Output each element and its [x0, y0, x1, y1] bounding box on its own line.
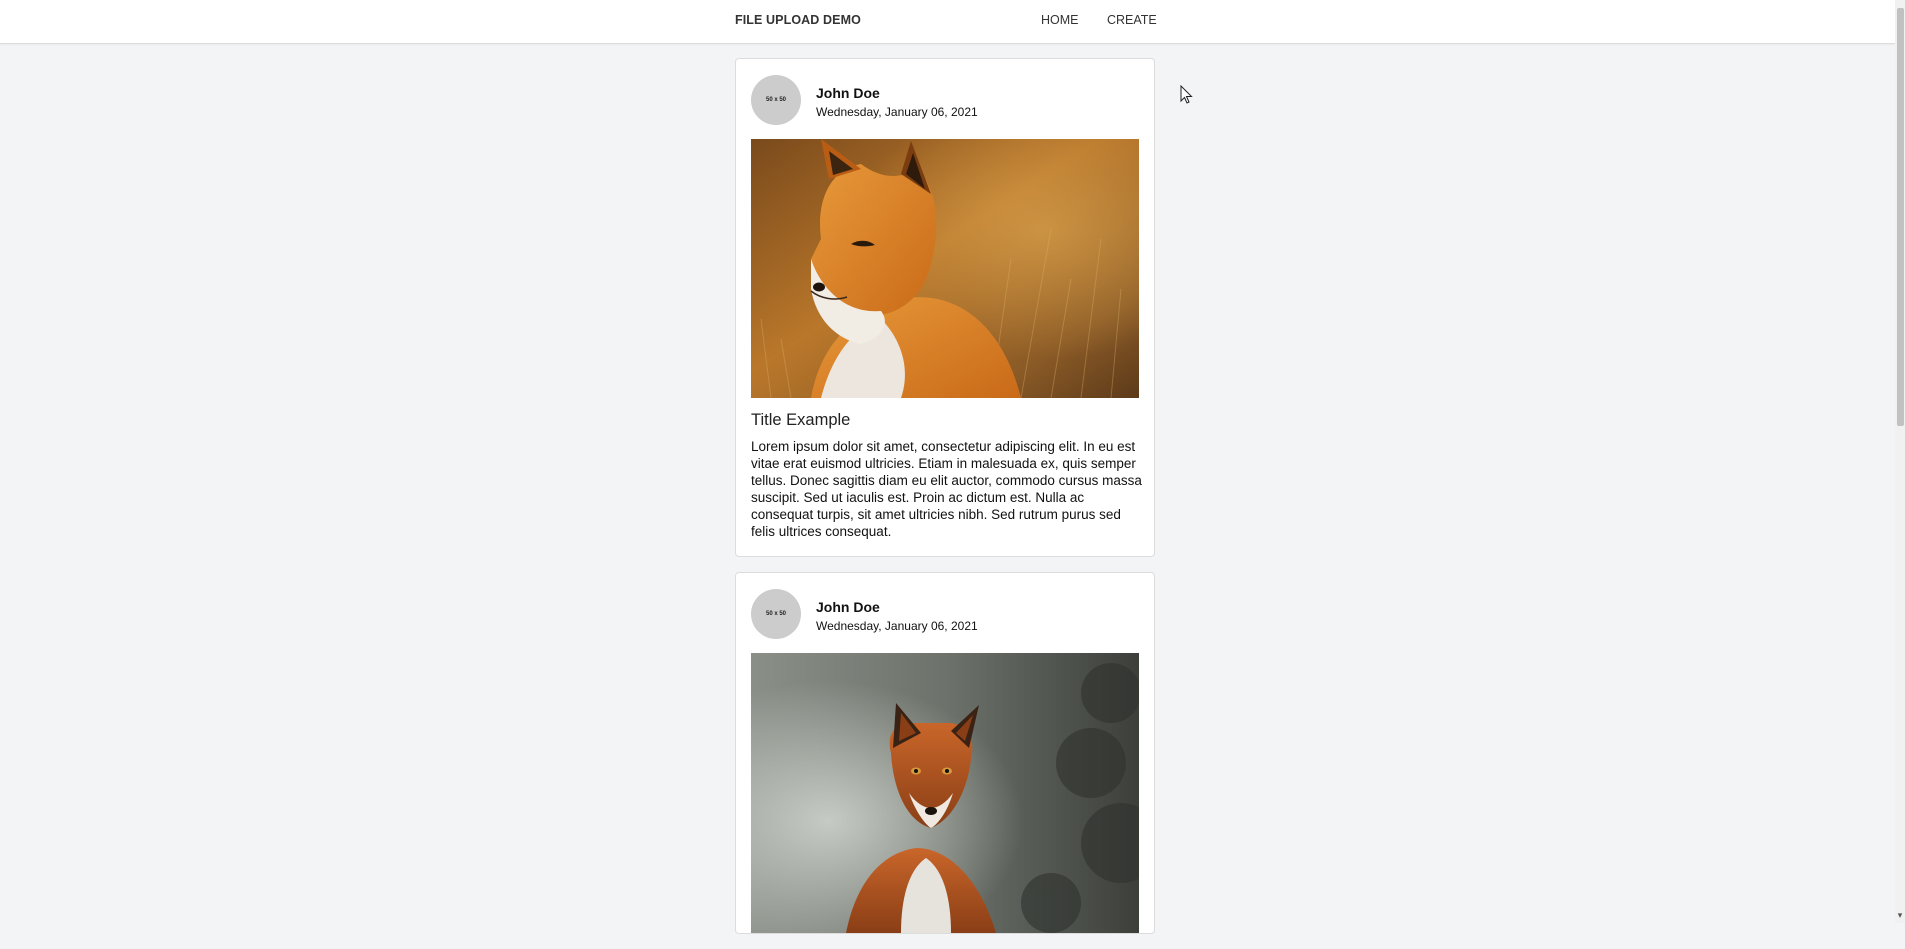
post-header: 50 x 50 John Doe Wednesday, January 06, …	[736, 573, 1154, 653]
nav-create-link[interactable]: CREATE	[1107, 13, 1157, 27]
brand-link[interactable]: FILE UPLOAD DEMO	[735, 13, 861, 27]
top-navbar: FILE UPLOAD DEMO HOME CREATE	[0, 0, 1895, 44]
fox-photo-icon	[751, 139, 1139, 398]
scrollbar-thumb[interactable]	[1897, 8, 1904, 426]
post-title: Title Example	[751, 411, 851, 429]
post-image	[751, 653, 1139, 933]
avatar: 50 x 50	[751, 75, 801, 125]
nav-home-link[interactable]: HOME	[1041, 13, 1079, 27]
post-header: 50 x 50 John Doe Wednesday, January 06, …	[736, 59, 1154, 139]
avatar-placeholder-label: 50 x 50	[765, 97, 787, 103]
post-author: John Doe	[816, 85, 880, 101]
avatar-placeholder-label: 50 x 50	[765, 611, 787, 617]
scroll-down-arrow-icon[interactable]: ▾	[1896, 911, 1904, 920]
post-feed: 50 x 50 John Doe Wednesday, January 06, …	[735, 58, 1155, 949]
fox-photo-icon	[751, 653, 1139, 933]
post-date: Wednesday, January 06, 2021	[816, 105, 978, 119]
post-card: 50 x 50 John Doe Wednesday, January 06, …	[735, 572, 1155, 934]
post-card: 50 x 50 John Doe Wednesday, January 06, …	[735, 58, 1155, 557]
avatar: 50 x 50	[751, 589, 801, 639]
post-author: John Doe	[816, 599, 880, 615]
mouse-cursor-icon	[1180, 84, 1194, 110]
post-date: Wednesday, January 06, 2021	[816, 619, 978, 633]
post-body: Lorem ipsum dolor sit amet, consectetur …	[751, 439, 1142, 539]
post-image	[751, 139, 1139, 398]
